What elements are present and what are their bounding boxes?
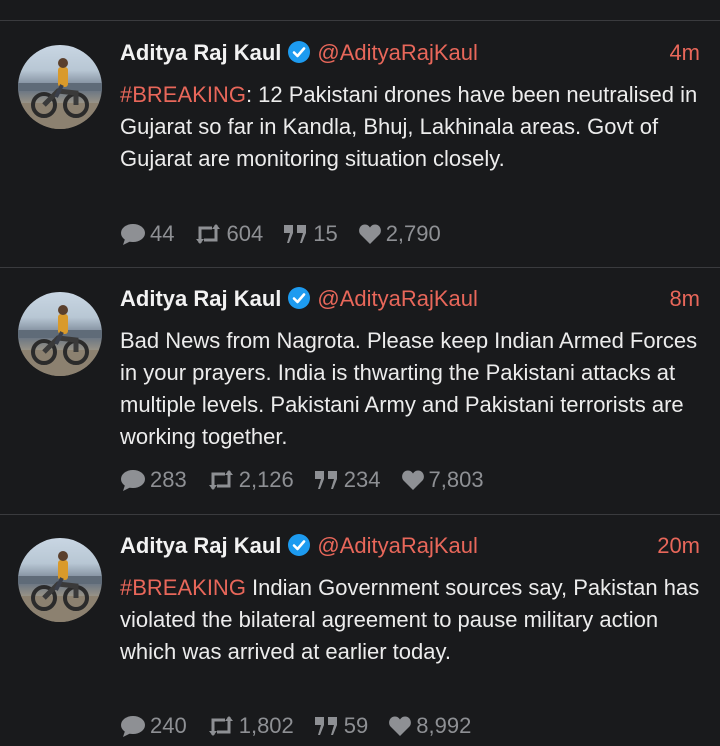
retweet-count: 1,802 — [238, 713, 294, 738]
like-button[interactable]: 7,803 — [401, 467, 484, 493]
reply-icon — [121, 470, 145, 491]
retweet-count: 604 — [226, 221, 264, 246]
author-handle[interactable]: @AdityaRajKaul — [317, 286, 478, 311]
verified-badge-icon — [287, 40, 311, 69]
tweet-text: #BREAKING Indian Government sources say,… — [120, 572, 710, 668]
author-name[interactable]: Aditya Raj Kaul — [120, 533, 281, 558]
avatar[interactable] — [18, 538, 102, 622]
tweet-feed: Aditya Raj Kaul @AdityaRajKaul 4m #BREAKI… — [0, 0, 720, 746]
tweet-item[interactable]: Aditya Raj Kaul @AdityaRajKaul 8m Bad New… — [0, 268, 720, 514]
author-handle[interactable]: @AdityaRajKaul — [317, 533, 478, 558]
like-count: 7,803 — [428, 467, 484, 492]
quote-icon — [314, 471, 337, 489]
reply-button[interactable]: 283 — [120, 467, 187, 493]
retweet-icon — [208, 716, 233, 736]
tweet-actions: 240 1,802 59 8,992 — [120, 711, 491, 741]
reply-button[interactable]: 44 — [120, 221, 174, 247]
tweet-timestamp[interactable]: 8m — [669, 286, 700, 312]
quote-count: 59 — [343, 713, 369, 738]
reply-icon — [121, 716, 145, 737]
quote-count: 234 — [343, 467, 381, 492]
like-count: 2,790 — [385, 221, 441, 246]
verified-badge-icon — [287, 286, 311, 315]
hashtag-link[interactable]: #BREAKING — [120, 82, 246, 107]
tweet-item[interactable]: Aditya Raj Kaul @AdityaRajKaul 20m #BREAK… — [0, 515, 720, 746]
like-button[interactable]: 8,992 — [388, 713, 471, 739]
retweet-icon — [196, 224, 221, 244]
tweet-header: Aditya Raj Kaul @AdityaRajKaul 4m — [120, 40, 700, 72]
quote-button[interactable]: 234 — [314, 467, 381, 493]
quote-icon — [314, 717, 337, 735]
heart-icon — [389, 716, 412, 736]
tweet-text: Bad News from Nagrota. Please keep India… — [120, 325, 710, 453]
retweet-button[interactable]: 1,802 — [207, 713, 294, 739]
reply-count: 283 — [150, 467, 187, 492]
tweet-item[interactable]: Aditya Raj Kaul @AdityaRajKaul 4m #BREAKI… — [0, 21, 720, 267]
retweet-button[interactable]: 604 — [194, 221, 263, 247]
reply-icon — [121, 224, 145, 245]
tweet-timestamp[interactable]: 20m — [657, 533, 700, 559]
tweet-actions: 44 604 15 2,790 — [120, 219, 461, 249]
tweet-header: Aditya Raj Kaul @AdityaRajKaul 8m — [120, 286, 700, 318]
quote-icon — [284, 225, 307, 243]
reply-count: 44 — [150, 221, 175, 246]
retweet-count: 2,126 — [238, 467, 294, 492]
quote-button[interactable]: 59 — [314, 713, 368, 739]
heart-icon — [358, 224, 381, 244]
retweet-button[interactable]: 2,126 — [207, 467, 294, 493]
tweet-text: #BREAKING: 12 Pakistani drones have been… — [120, 79, 710, 175]
quote-count: 15 — [313, 221, 338, 246]
avatar[interactable] — [18, 292, 102, 376]
tweet-timestamp[interactable]: 4m — [669, 40, 700, 66]
quote-button[interactable]: 15 — [283, 221, 338, 247]
tweet-text-content: Bad News from Nagrota. Please keep India… — [120, 328, 698, 449]
hashtag-link[interactable]: #BREAKING — [120, 575, 246, 600]
reply-button[interactable]: 240 — [120, 713, 187, 739]
heart-icon — [401, 470, 424, 490]
author-handle[interactable]: @AdityaRajKaul — [317, 40, 478, 65]
reply-count: 240 — [150, 713, 187, 738]
verified-badge-icon — [287, 533, 311, 562]
like-count: 8,992 — [416, 713, 472, 738]
avatar[interactable] — [18, 45, 102, 129]
tweet-actions: 283 2,126 234 7,803 — [120, 465, 504, 495]
author-name[interactable]: Aditya Raj Kaul — [120, 40, 281, 65]
retweet-icon — [208, 470, 233, 490]
like-button[interactable]: 2,790 — [358, 221, 441, 247]
tweet-header: Aditya Raj Kaul @AdityaRajKaul 20m — [120, 533, 700, 565]
author-name[interactable]: Aditya Raj Kaul — [120, 286, 281, 311]
